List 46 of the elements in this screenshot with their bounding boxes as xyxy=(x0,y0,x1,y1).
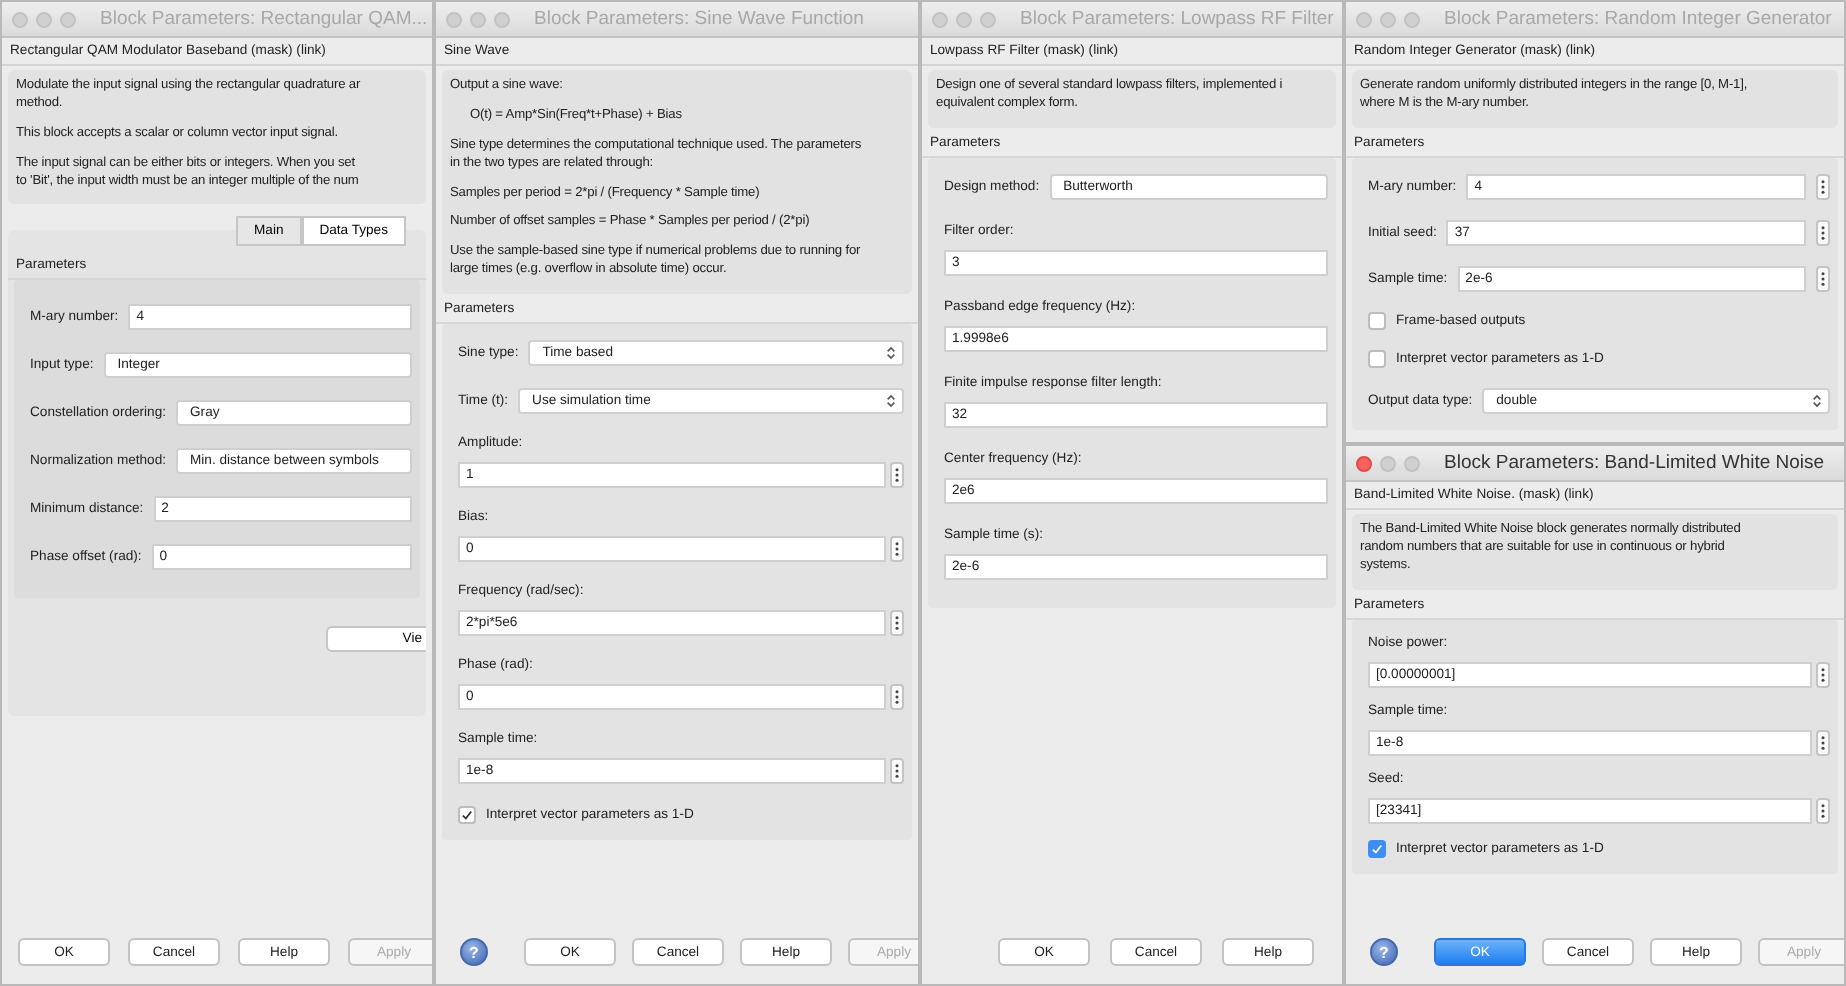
minimize-button[interactable] xyxy=(1380,455,1396,471)
more-options-button[interactable] xyxy=(890,758,904,785)
more-options-button[interactable] xyxy=(890,462,904,489)
vertical-dots-icon xyxy=(1820,665,1826,684)
window-title: Block Parameters: Random Integer Generator xyxy=(1444,8,1832,30)
window-title: Block Parameters: Lowpass RF Filter xyxy=(1020,8,1334,30)
more-options-button[interactable] xyxy=(890,684,904,711)
zoom-button[interactable] xyxy=(1404,455,1420,471)
more-options-button[interactable] xyxy=(1816,219,1830,246)
close-button[interactable] xyxy=(1356,455,1372,471)
minimize-button[interactable] xyxy=(1380,11,1396,27)
close-button[interactable] xyxy=(932,11,948,27)
window-title: Block Parameters: Band-Limited White Noise xyxy=(1444,452,1825,474)
more-options-button[interactable] xyxy=(890,536,904,563)
more-options-button[interactable] xyxy=(1816,173,1830,200)
minimize-button[interactable] xyxy=(956,11,972,27)
close-button[interactable] xyxy=(1356,11,1372,27)
checkbox[interactable] xyxy=(1368,349,1386,368)
vertical-dots-icon xyxy=(894,614,900,633)
vertical-dots-icon xyxy=(894,540,900,559)
zoom-button[interactable] xyxy=(60,11,76,27)
window-title: Block Parameters: Sine Wave Function xyxy=(534,8,864,30)
zoom-button[interactable] xyxy=(1404,11,1420,27)
vertical-dots-icon xyxy=(894,688,900,707)
zoom-button[interactable] xyxy=(980,11,996,27)
window-title: Block Parameters: Rectangular QAM... xyxy=(100,8,428,30)
checkbox[interactable] xyxy=(1368,311,1386,330)
more-options-button[interactable] xyxy=(1816,729,1830,756)
more-options-button[interactable] xyxy=(1816,661,1830,688)
vertical-dots-icon xyxy=(1820,801,1826,820)
more-options-button[interactable] xyxy=(1816,797,1830,824)
vertical-dots-icon xyxy=(894,762,900,781)
more-options-button[interactable] xyxy=(890,610,904,637)
minimize-button[interactable] xyxy=(36,11,52,27)
close-button[interactable] xyxy=(446,11,462,27)
checkbox[interactable] xyxy=(1368,839,1386,858)
vertical-dots-icon xyxy=(1820,733,1826,752)
vertical-dots-icon xyxy=(1820,223,1826,242)
vertical-dots-icon xyxy=(894,466,900,485)
zoom-button[interactable] xyxy=(494,11,510,27)
more-options-button[interactable] xyxy=(1816,265,1830,292)
checkbox[interactable] xyxy=(458,806,476,825)
minimize-button[interactable] xyxy=(470,11,486,27)
vertical-dots-icon xyxy=(1820,177,1826,196)
vertical-dots-icon xyxy=(1820,269,1826,288)
close-button[interactable] xyxy=(12,11,28,27)
